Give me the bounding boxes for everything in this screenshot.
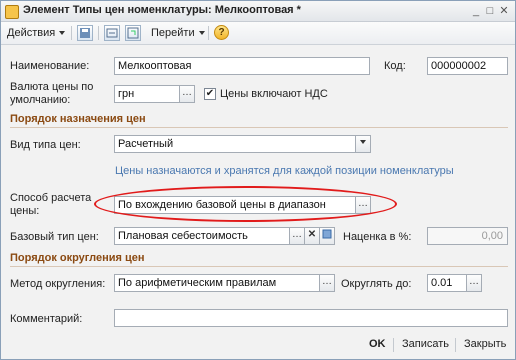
close-button[interactable]: Закрыть [464, 338, 506, 350]
open-icon[interactable] [319, 227, 335, 245]
help-icon[interactable]: ? [214, 25, 229, 40]
code-input[interactable]: 000000002 [427, 57, 508, 75]
calc-method-label: Способ расчета цены: [10, 192, 92, 217]
round-method-label: Метод округления: [10, 278, 106, 290]
name-label: Наименование: [10, 60, 90, 72]
name-input[interactable]: Мелкооптовая [114, 57, 370, 75]
minimize-button[interactable]: _ [469, 5, 483, 17]
window-title: Элемент Типы цен номенклатуры: Мелкоопто… [23, 4, 301, 16]
base-type-select-button[interactable]: … [289, 227, 305, 245]
app-icon [5, 5, 19, 19]
currency-label: Валюта цены по умолчанию: [10, 81, 94, 106]
markup-label: Наценка в %: [343, 231, 412, 243]
actions-label: Действия [7, 27, 56, 39]
title-bar: Элемент Типы цен номенклатуры: Мелкоопто… [1, 1, 515, 22]
comment-label: Комментарий: [10, 313, 83, 325]
toolbar-separator [98, 26, 99, 40]
footer-separator [455, 338, 456, 352]
currency-input[interactable]: грн [114, 85, 180, 103]
chevron-down-icon [198, 31, 205, 36]
comment-input[interactable] [114, 309, 508, 327]
price-type-kind-select[interactable]: Расчетный [114, 135, 356, 153]
goto-menu[interactable]: Перейти [151, 25, 205, 41]
markup-input[interactable]: 0,00 [427, 227, 508, 245]
price-type-kind-label: Вид типа цен: [10, 139, 81, 151]
round-method-input[interactable]: По арифметическим правилам [114, 274, 320, 292]
help-glyph: ? [218, 27, 225, 38]
refresh-icon[interactable] [104, 25, 120, 41]
actions-menu[interactable]: Действия [7, 25, 66, 41]
round-to-label: Округлять до: [341, 278, 412, 290]
toolbar-separator [208, 26, 209, 40]
save-and-close-icon[interactable] [77, 25, 93, 41]
close-window-button[interactable]: ✕ [497, 5, 511, 17]
calc-method-input[interactable]: По вхождению базовой цены в диапазон [114, 196, 356, 214]
vat-label: Цены включают НДС [220, 88, 328, 100]
ok-button[interactable]: OK [369, 338, 386, 350]
section-divider [10, 127, 508, 128]
code-label: Код: [384, 60, 406, 72]
section-price-assignment: Порядок назначения цен [10, 113, 146, 125]
section-divider [10, 266, 508, 267]
info-text: Цены назначаются и хранятся для каждой п… [115, 165, 454, 177]
chevron-down-icon [360, 140, 366, 145]
base-type-input[interactable]: Плановая себестоимость [114, 227, 290, 245]
price-type-kind-dropdown-button[interactable] [355, 135, 371, 153]
toolbar-separator [71, 26, 72, 40]
chevron-down-icon [59, 31, 66, 36]
base-type-label: Базовый тип цен: [10, 231, 99, 243]
round-method-select-button[interactable]: … [319, 274, 335, 292]
vat-checkbox[interactable]: ✔ [204, 88, 216, 100]
clear-icon[interactable]: ✕ [304, 227, 320, 245]
round-to-select-button[interactable]: … [466, 274, 482, 292]
round-to-input[interactable]: 0.01 [427, 274, 467, 292]
goto-label: Перейти [151, 27, 195, 39]
maximize-button[interactable]: □ [483, 5, 497, 17]
calc-method-select-button[interactable]: … [355, 196, 371, 214]
save-button[interactable]: Записать [402, 338, 449, 350]
section-rounding: Порядок округления цен [10, 252, 145, 264]
toolbar: Действия Перейти ? [1, 22, 515, 45]
dialog-window: Элемент Типы цен номенклатуры: Мелкоопто… [0, 0, 516, 360]
goto-icon[interactable] [125, 25, 141, 41]
footer-separator [393, 338, 394, 352]
currency-select-button[interactable]: … [179, 85, 195, 103]
